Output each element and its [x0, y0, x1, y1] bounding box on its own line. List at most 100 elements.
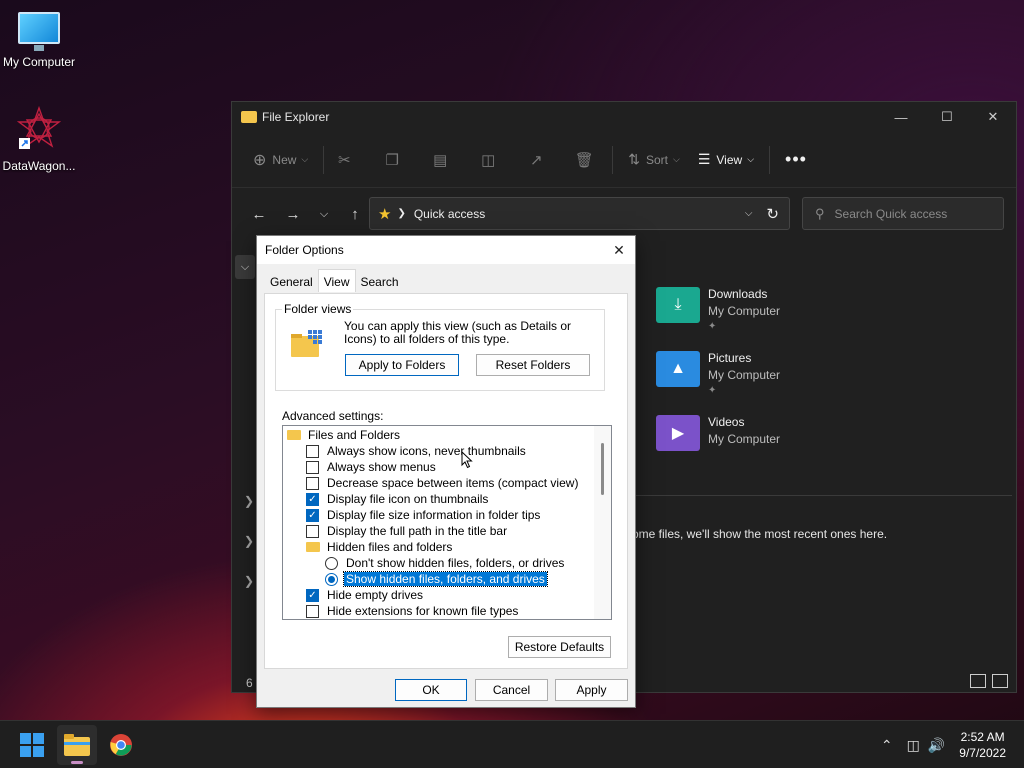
forward-arrow-icon[interactable]: →: [276, 206, 310, 223]
checkbox-file-size-tips[interactable]: ✓ Display file size information in folde…: [306, 507, 542, 523]
search-icon: ⚲: [815, 205, 825, 221]
radio-selected-icon[interactable]: [325, 572, 338, 586]
desktop-icon-label: My Computer: [2, 55, 76, 69]
checkbox-full-path-title[interactable]: Display the full path in the title bar: [306, 523, 509, 539]
breadcrumb-quick-access[interactable]: Quick access: [414, 207, 485, 221]
apply-button[interactable]: Apply: [555, 679, 628, 701]
taskbar-file-explorer[interactable]: [57, 725, 97, 765]
advanced-settings-label: Advanced settings:: [282, 409, 384, 423]
address-bar[interactable]: ★ ❯ Quick access ⌵ ↻: [369, 197, 790, 230]
rename-icon[interactable]: ◫: [474, 144, 502, 176]
radio-show-hidden[interactable]: Show hidden files, folders, and drives: [325, 571, 548, 587]
chevron-down-icon[interactable]: ⌵: [745, 208, 753, 219]
scrollbar-thumb[interactable]: [601, 443, 604, 495]
monitor-icon: [18, 12, 60, 51]
quick-access-item-downloads[interactable]: ⤓ Downloads My Computer ✦: [656, 287, 780, 332]
desktop-icon-my-computer[interactable]: My Computer: [0, 12, 78, 69]
videos-folder-icon: ▶: [656, 415, 700, 451]
mouse-cursor-icon: [461, 451, 473, 469]
maximize-icon[interactable]: ☐: [924, 102, 970, 132]
details-view-icon[interactable]: [970, 674, 986, 688]
dialog-title: Folder Options: [257, 236, 635, 264]
checkbox-icon[interactable]: [306, 460, 319, 474]
collapse-chevron-icon[interactable]: ⌵: [235, 255, 255, 279]
expand-chevron-icon[interactable]: ❯: [244, 574, 254, 588]
volume-icon[interactable]: 🔊: [928, 737, 945, 754]
network-icon[interactable]: ◫: [907, 737, 920, 754]
taskbar-chrome[interactable]: [101, 725, 141, 765]
cut-icon[interactable]: ✂: [330, 144, 358, 176]
command-bar: ⊕ New ⌵ ✂ ❐ ▤ ◫ ↗ 🗑 ⇅ Sort ⌵ ☰ View ⌵ ••…: [232, 132, 1016, 188]
checkbox-icon[interactable]: [306, 524, 319, 538]
folder-views-icon: [291, 330, 322, 357]
expand-chevron-icon[interactable]: ❯: [244, 494, 254, 508]
checkbox-file-icon-thumbnails[interactable]: ✓ Display file icon on thumbnails: [306, 491, 490, 507]
window-title: File Explorer: [262, 110, 330, 124]
close-icon[interactable]: ✕: [970, 102, 1016, 132]
checkmark-icon[interactable]: ✓: [306, 508, 319, 522]
quick-access-item-pictures[interactable]: ▲ Pictures My Computer ✦: [656, 351, 780, 396]
desktop-icon-datawagon[interactable]: DataWagon...: [0, 105, 78, 173]
folder-options-dialog: Folder Options ✕ General View Search Fol…: [256, 235, 636, 708]
system-tray: ⌃ ◫ 🔊 2:52 AM 9/7/2022: [881, 721, 1024, 768]
active-app-indicator: [71, 761, 83, 764]
sort-icon: ⇅: [628, 151, 640, 167]
folder-views-description: You can apply this view (such as Details…: [344, 319, 572, 346]
close-icon[interactable]: ✕: [609, 240, 629, 260]
section-divider: [632, 495, 1012, 496]
ok-button[interactable]: OK: [395, 679, 467, 701]
reset-folders-button[interactable]: Reset Folders: [476, 354, 590, 376]
search-input-placeholder: Search Quick access: [834, 206, 948, 221]
windows-logo-icon: [20, 733, 44, 757]
folder-icon: [306, 542, 320, 552]
tab-search[interactable]: Search: [356, 272, 404, 292]
view-button[interactable]: ☰ View ⌵: [689, 144, 763, 176]
chevron-down-icon: ⌵: [747, 154, 755, 164]
breadcrumb-separator-icon: ❯: [397, 208, 406, 219]
recent-locations-chevron-icon[interactable]: ⌵: [310, 208, 338, 221]
clock[interactable]: 2:52 AM 9/7/2022: [959, 729, 1006, 761]
minimize-icon[interactable]: —: [878, 102, 924, 132]
checkbox-icon[interactable]: [306, 444, 319, 458]
tab-view[interactable]: View: [317, 269, 356, 292]
sort-button[interactable]: ⇅ Sort ⌵: [619, 144, 689, 176]
search-box[interactable]: ⚲ Search Quick access: [802, 197, 1004, 230]
apply-to-folders-button[interactable]: Apply to Folders: [345, 354, 459, 376]
folder-icon: [241, 111, 257, 123]
radio-icon[interactable]: [325, 556, 338, 570]
up-arrow-icon[interactable]: ↑: [338, 206, 372, 223]
refresh-icon[interactable]: ↻: [766, 205, 779, 223]
share-icon[interactable]: ↗: [522, 144, 550, 176]
delete-icon[interactable]: 🗑: [570, 144, 598, 176]
taskbar: ⌃ ◫ 🔊 2:52 AM 9/7/2022: [0, 720, 1024, 768]
quick-access-item-videos[interactable]: ▶ Videos My Computer: [656, 415, 780, 451]
start-button[interactable]: [12, 725, 52, 765]
new-button[interactable]: ⊕ New ⌵: [244, 144, 317, 176]
datawagon-logo-icon: [16, 105, 62, 149]
file-explorer-icon: [64, 734, 90, 756]
checkbox-compact-view[interactable]: Decrease space between items (compact vi…: [306, 475, 580, 491]
radio-dont-show-hidden[interactable]: Don't show hidden files, folders, or dri…: [325, 555, 566, 571]
restore-defaults-button[interactable]: Restore Defaults: [508, 636, 611, 658]
checkbox-always-show-icons[interactable]: Always show icons, never thumbnails: [306, 443, 528, 459]
tiles-view-icon[interactable]: [992, 674, 1008, 688]
checkbox-icon[interactable]: [306, 476, 319, 490]
recent-files-empty-message: ome files, we'll show the most recent on…: [632, 527, 888, 541]
advanced-settings-list[interactable]: Files and Folders Always show icons, nev…: [282, 425, 612, 620]
checkbox-hide-empty-drives[interactable]: ✓ Hide empty drives: [306, 587, 425, 603]
more-options-icon[interactable]: •••: [776, 144, 816, 176]
paste-icon[interactable]: ▤: [426, 144, 454, 176]
copy-icon[interactable]: ❐: [378, 144, 406, 176]
checkmark-icon[interactable]: ✓: [306, 492, 319, 506]
vertical-scrollbar[interactable]: [594, 426, 611, 619]
expand-chevron-icon[interactable]: ❯: [244, 534, 254, 548]
list-item: Hidden files and folders: [306, 539, 454, 555]
cancel-button[interactable]: Cancel: [475, 679, 548, 701]
checkmark-icon[interactable]: ✓: [306, 588, 319, 602]
show-hidden-icons-chevron-icon[interactable]: ⌃: [881, 737, 893, 754]
back-arrow-icon[interactable]: ←: [242, 206, 276, 223]
checkbox-hide-extensions[interactable]: Hide extensions for known file types: [306, 603, 520, 619]
tab-general[interactable]: General: [265, 272, 318, 292]
checkbox-icon[interactable]: [306, 604, 319, 618]
checkbox-always-show-menus[interactable]: Always show menus: [306, 459, 438, 475]
